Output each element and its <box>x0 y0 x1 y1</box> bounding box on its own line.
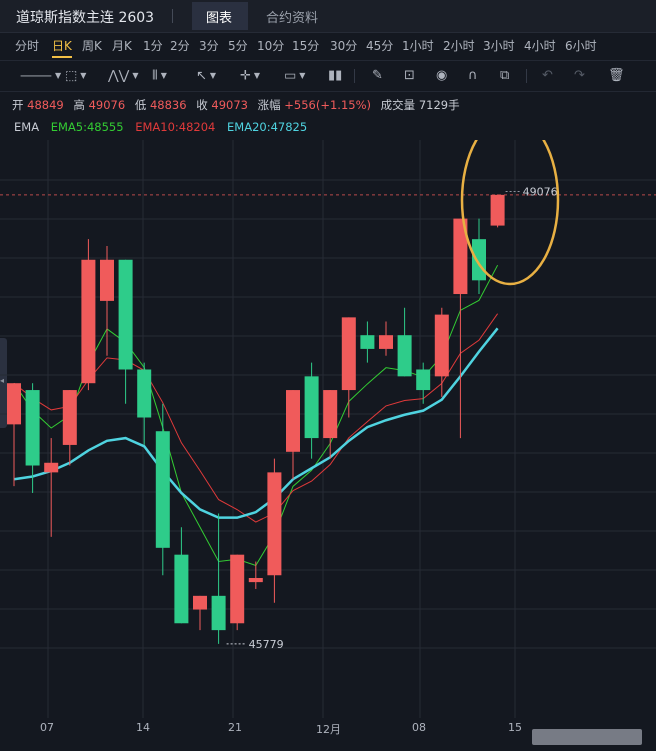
period-6hour[interactable]: 6小时 <box>565 37 597 54</box>
arrow-tool-icon[interactable]: ↖ ▼ <box>196 66 216 86</box>
candle-body <box>434 314 449 377</box>
low-label: 低 <box>134 98 147 112</box>
ohlc-readout: 开 48849 高 49076 低 48836 收 49073 涨幅 +556(… <box>12 97 460 113</box>
instrument-title: 道琼斯指数主连 2603 <box>16 10 155 26</box>
period-1min[interactable]: 1分 <box>143 37 163 54</box>
candle-body <box>472 239 486 281</box>
period-1hour[interactable]: 1小时 <box>402 37 434 54</box>
candle-body <box>193 595 207 610</box>
open-value: 48849 <box>27 98 64 112</box>
toolbar-divider <box>526 69 527 83</box>
layers-icon[interactable]: ⧉ <box>500 66 509 86</box>
volume-value: 7129手 <box>418 98 460 112</box>
volume-label: 成交量 <box>380 98 416 112</box>
period-intraday[interactable]: 分时 <box>15 37 39 54</box>
candle-body <box>286 390 300 452</box>
period-3hour[interactable]: 3小时 <box>483 37 515 54</box>
candle-body <box>155 431 170 548</box>
candle-body <box>248 578 263 583</box>
low-value: 48836 <box>149 98 187 112</box>
ema-label[interactable]: EMA <box>14 120 39 134</box>
high-label: 高 <box>73 98 85 112</box>
candle-body <box>267 472 282 576</box>
candle-body <box>62 390 77 445</box>
high-price-marker: 49076 <box>523 185 558 198</box>
period-2min[interactable]: 2分 <box>170 37 190 54</box>
channel-tool-icon[interactable]: ⦀ ▼ <box>152 66 167 86</box>
drawing-toolbar: ⸻ ▼ ⬚ ▼ ⋀⋁ ▼ ⦀ ▼ ↖ ▼ ✛ ▼ ▭ ▼ ▮▮ ✎ ⊡ ◉ ∩ ⧉ ↶ ↷ 🗑 <box>0 60 656 92</box>
line-tool-icon[interactable]: ⸻ ▼ <box>20 66 61 86</box>
period-5min[interactable]: 5分 <box>228 37 248 54</box>
period-2hour[interactable]: 2小时 <box>443 37 475 54</box>
x-tick-label: 07 <box>40 721 54 734</box>
redo-icon[interactable]: ↷ <box>574 66 585 86</box>
wave-tool-icon[interactable]: ⋀⋁ ▼ <box>108 66 138 86</box>
x-tick-label: 14 <box>136 721 150 734</box>
undo-icon[interactable]: ↶ <box>542 66 553 86</box>
candle-body <box>25 390 40 466</box>
trash-icon[interactable]: 🗑 <box>608 66 625 86</box>
x-tick-label: 12月 <box>316 723 341 736</box>
candle-body <box>341 317 356 391</box>
ema10-value: EMA10:48204 <box>135 120 216 134</box>
candle-body <box>174 554 189 624</box>
candle-body <box>81 259 96 384</box>
pen-icon[interactable]: ✎ <box>372 66 383 86</box>
period-3min[interactable]: 3分 <box>199 37 219 54</box>
candle-body <box>490 194 505 226</box>
candle-body <box>137 369 152 418</box>
candle-body <box>44 462 59 473</box>
candle-body <box>416 369 431 391</box>
rect-tool-icon[interactable]: ⬚ ▼ <box>65 66 86 86</box>
period-30min[interactable]: 30分 <box>330 37 357 54</box>
candle-body <box>211 595 226 631</box>
candle-body <box>323 390 338 439</box>
close-label: 收 <box>196 98 208 112</box>
x-tick-label: 15 <box>508 721 522 734</box>
candle-body <box>118 259 133 370</box>
candle-body <box>7 383 21 425</box>
period-daily[interactable]: 日K <box>52 37 72 58</box>
highlight-ellipse <box>460 140 560 286</box>
candle-body <box>379 335 393 349</box>
candle-body <box>360 335 375 349</box>
x-tick-label: 08 <box>412 721 426 734</box>
period-10min[interactable]: 10分 <box>257 37 284 54</box>
window-header: 道琼斯指数主连 2603 图表 合约资料 <box>0 0 656 33</box>
low-price-marker: 45779 <box>249 638 284 651</box>
ema-legend: EMA EMA5:48555 EMA10:48204 EMA20:47825 <box>14 120 315 134</box>
toolbar-divider <box>354 69 355 83</box>
period-selector: 分时 日K 周K 月K 1分 2分 3分 5分 10分 15分 30分 45分 … <box>0 33 656 58</box>
change-label: 涨幅 <box>257 98 281 112</box>
tab-chart[interactable]: 图表 <box>206 7 232 26</box>
period-15min[interactable]: 15分 <box>292 37 319 54</box>
close-value: 49073 <box>211 98 248 112</box>
text-tool-icon[interactable]: ▭ ▼ <box>284 66 305 86</box>
candle-body <box>397 335 412 377</box>
open-label: 开 <box>12 98 24 112</box>
ema20-value: EMA20:47825 <box>227 120 308 134</box>
lock-icon[interactable]: ⊡ <box>404 66 415 86</box>
period-weekly[interactable]: 周K <box>82 37 102 54</box>
header-divider <box>172 9 173 23</box>
x-tick-label: 21 <box>228 721 242 734</box>
candle-body <box>230 554 245 624</box>
candlestick-chart[interactable]: 49076 45779 <box>0 140 656 718</box>
ema5-value: EMA5:48555 <box>50 120 124 134</box>
change-value: +556(+1.15%) <box>284 98 372 112</box>
high-value: 49076 <box>88 98 126 112</box>
magnet-icon[interactable]: ∩ <box>468 66 478 86</box>
candle-body <box>304 376 319 439</box>
period-4hour[interactable]: 4小时 <box>524 37 556 54</box>
tab-contract-info[interactable]: 合约资料 <box>266 7 318 26</box>
eye-icon[interactable]: ◉ <box>436 66 447 86</box>
watermark <box>532 729 642 745</box>
indicator-icon[interactable]: ▮▮ <box>328 66 342 86</box>
period-monthly[interactable]: 月K <box>112 37 132 54</box>
period-45min[interactable]: 45分 <box>366 37 393 54</box>
candle-body <box>100 259 114 301</box>
cross-tool-icon[interactable]: ✛ ▼ <box>240 66 260 86</box>
